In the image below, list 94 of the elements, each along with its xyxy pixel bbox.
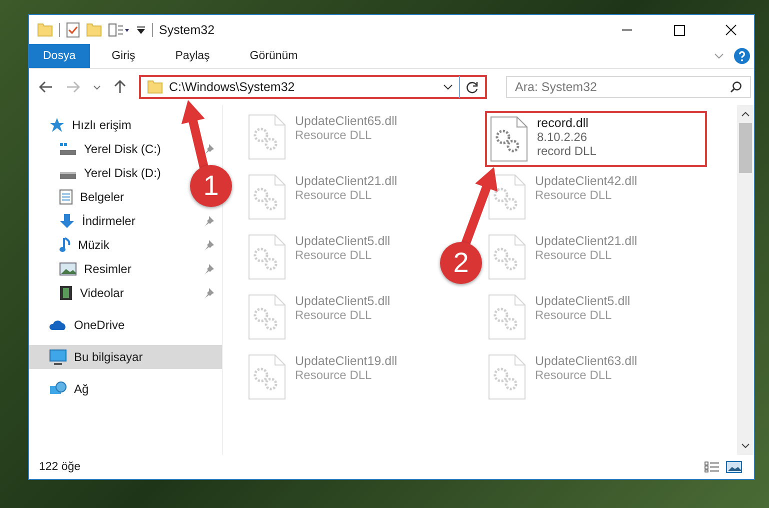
- sidebar-item[interactable]: Yerel Disk (C:): [29, 137, 167, 161]
- sidebar-item[interactable]: Yerel Disk (D:): [29, 161, 167, 185]
- pin-icon[interactable]: [204, 240, 214, 250]
- sidebar-label: Müzik: [78, 238, 110, 252]
- dll-file-icon: [487, 173, 527, 221]
- file-detail: 8.10.2.26: [537, 130, 588, 144]
- sidebar-item[interactable]: Belgeler: [29, 185, 130, 209]
- search-field[interactable]: Ara: System32: [506, 76, 751, 98]
- file-detail: Resource DLL: [295, 188, 373, 202]
- file-name: UpdateClient19.dll: [295, 354, 398, 368]
- scroll-up-icon[interactable]: [741, 111, 750, 117]
- scrollbar-thumb[interactable]: [739, 123, 752, 173]
- search-icon: [730, 81, 742, 93]
- sidebar-label: İndirmeler: [82, 214, 136, 228]
- address-bar[interactable]: C:\Windows\System32: [139, 75, 487, 99]
- file-name: UpdateClient21.dll: [295, 174, 398, 188]
- dll-file-icon: [247, 353, 287, 401]
- cloud-icon: [49, 319, 67, 331]
- sidebar-item[interactable]: OneDrive: [29, 313, 222, 337]
- dll-file-icon: [247, 113, 287, 161]
- computer-icon: [49, 349, 67, 365]
- file-name: UpdateClient5.dll: [535, 294, 630, 308]
- film-icon: [59, 285, 73, 301]
- dll-file-icon: [487, 233, 527, 281]
- details-view-icon[interactable]: [704, 461, 720, 473]
- large-icons-view-icon[interactable]: [726, 461, 742, 473]
- picture-icon: [59, 262, 77, 276]
- file-detail: Resource DLL: [295, 128, 373, 142]
- pin-icon[interactable]: [204, 264, 214, 274]
- pin-icon[interactable]: [204, 288, 214, 298]
- file-name: UpdateClient21.dll: [535, 234, 638, 248]
- folder-icon: [147, 80, 163, 94]
- pin-icon[interactable]: [204, 216, 214, 226]
- ribbon-tab[interactable]: Giriş: [94, 44, 154, 68]
- star-icon: [49, 117, 65, 133]
- dll-file-icon: [247, 293, 287, 341]
- file-detail: Resource DLL: [295, 308, 373, 322]
- file-name: UpdateClient5.dll: [295, 234, 390, 248]
- back-arrow-icon[interactable]: [39, 81, 53, 93]
- file-detail: Resource DLL: [535, 308, 613, 322]
- refresh-icon[interactable]: [466, 80, 479, 94]
- chevron-down-icon[interactable]: [443, 84, 453, 90]
- sidebar-label: Yerel Disk (D:): [84, 166, 161, 180]
- ribbon-tab[interactable]: Görünüm: [232, 44, 316, 68]
- sidebar-label: OneDrive: [74, 318, 125, 332]
- ribbon-tab[interactable]: Dosya: [29, 44, 90, 68]
- file-name: UpdateClient65.dll: [295, 114, 398, 128]
- file-name: UpdateClient5.dll: [295, 294, 390, 308]
- sidebar-item[interactable]: Ağ: [29, 377, 222, 401]
- sidebar-label: Videolar: [80, 286, 124, 300]
- music-note-icon: [59, 237, 71, 253]
- sidebar-label: Hızlı erişim: [72, 118, 132, 132]
- sidebar-item[interactable]: Resimler: [29, 257, 138, 281]
- file-detail: Resource DLL: [535, 188, 613, 202]
- sidebar-item[interactable]: Videolar: [29, 281, 130, 305]
- file-name: UpdateClient42.dll: [535, 174, 638, 188]
- item-count: 122 öğe: [39, 461, 81, 473]
- sidebar-label: Belgeler: [80, 190, 124, 204]
- dll-file-icon: [487, 353, 527, 401]
- download-arrow-icon: [59, 213, 75, 229]
- file-item[interactable]: record.dll 8.10.2.26 record DLL: [485, 111, 707, 167]
- network-icon: [49, 381, 67, 397]
- sidebar-item[interactable]: İndirmeler: [29, 209, 142, 233]
- pin-icon[interactable]: [204, 144, 214, 154]
- sidebar-item[interactable]: Hızlı erişim: [29, 113, 222, 137]
- file-detail: Resource DLL: [535, 368, 613, 382]
- scroll-down-icon[interactable]: [741, 443, 750, 449]
- file-name: UpdateClient63.dll: [535, 354, 638, 368]
- sidebar-item[interactable]: Bu bilgisayar: [29, 345, 222, 369]
- dll-file-icon: [487, 293, 527, 341]
- file-detail: Resource DLL: [295, 248, 373, 262]
- sidebar-label: Bu bilgisayar: [74, 350, 143, 364]
- ribbon-tab[interactable]: Paylaş: [157, 44, 228, 68]
- dll-file-icon: [489, 115, 529, 163]
- file-detail: Resource DLL: [535, 248, 613, 262]
- properties-icon[interactable]: [108, 22, 130, 36]
- dropdown-icon[interactable]: [136, 24, 146, 34]
- up-arrow-icon[interactable]: [114, 80, 126, 94]
- sidebar-label: Yerel Disk (C:): [84, 142, 161, 156]
- scrollbar[interactable]: [737, 105, 754, 455]
- file-detail: Resource DLL: [295, 368, 373, 382]
- address-path: C:\Windows\System32: [169, 80, 296, 94]
- sidebar-label: Resimler: [84, 262, 132, 276]
- file-name: record.dll: [537, 116, 590, 130]
- sidebar-label: Ağ: [74, 382, 89, 396]
- help-icon[interactable]: [734, 48, 750, 64]
- dll-file-icon: [247, 173, 287, 221]
- checklist-icon[interactable]: [66, 22, 80, 38]
- document-icon: [59, 189, 73, 205]
- window-title: System32: [159, 22, 215, 36]
- file-detail: record DLL: [537, 144, 596, 158]
- drive-icon: [59, 142, 77, 156]
- dll-file-icon: [247, 233, 287, 281]
- sidebar-item[interactable]: Müzik: [29, 233, 116, 257]
